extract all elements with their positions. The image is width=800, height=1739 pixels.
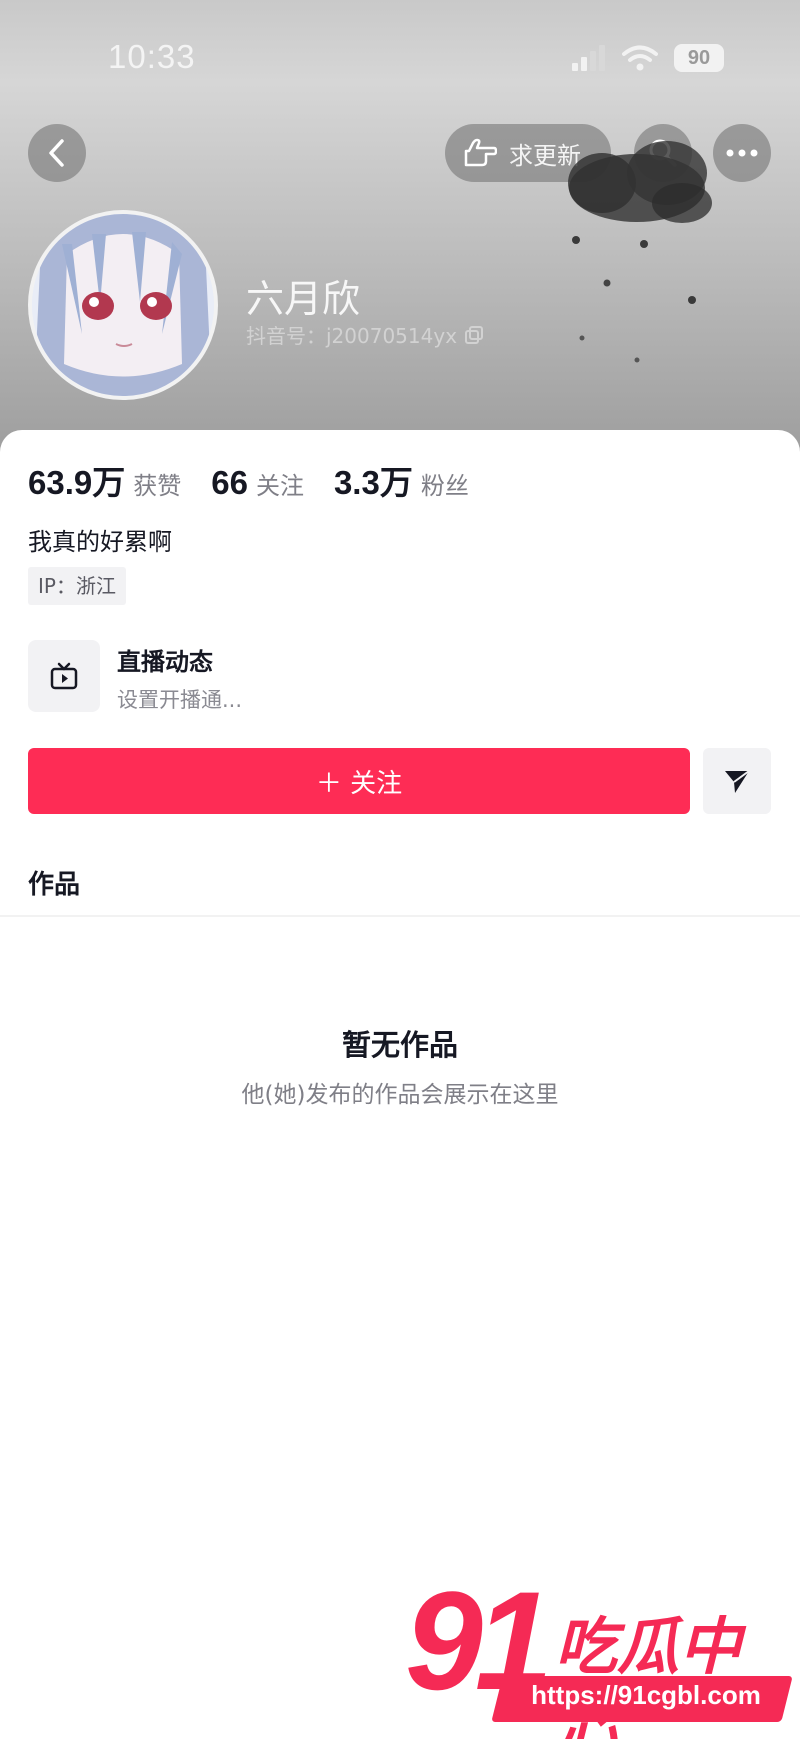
status-icons: 90 — [572, 44, 724, 72]
live-updates-subtitle: 设置开播通... — [117, 688, 243, 712]
live-updates-title[interactable]: 直播动态 — [117, 642, 213, 677]
follow-button[interactable]: ＋ 关注 — [28, 748, 690, 814]
pointing-hand-icon — [464, 138, 497, 167]
live-updates-button[interactable] — [28, 640, 100, 712]
douyin-id-text: 抖音号：j20070514yx — [246, 324, 458, 348]
bio: 我真的好累啊 — [28, 528, 172, 556]
watermark-url: https://91cgbl.com — [531, 1680, 761, 1710]
stat-following[interactable]: 66 关注 — [211, 464, 304, 502]
stat-likes[interactable]: 63.9万 获赞 — [28, 456, 181, 504]
back-button[interactable] — [28, 124, 86, 182]
watermark-logo: 91 吃瓜中心 https://91cgbl.com — [405, 1566, 800, 1739]
avatar[interactable] — [28, 210, 218, 400]
stats-row: 63.9万 获赞 66 关注 3.3万 粉丝 — [28, 456, 499, 504]
followers-label: 粉丝 — [420, 472, 469, 500]
status-bar: 10:33 90 — [0, 0, 800, 110]
nickname: 六月欣 — [246, 277, 361, 321]
followers-count: 3.3万 — [333, 464, 413, 501]
copy-icon[interactable] — [465, 325, 484, 344]
empty-state-subtitle: 他(她)发布的作品会展示在这里 — [241, 1082, 559, 1108]
douyin-id[interactable]: 抖音号：j20070514yx — [246, 320, 484, 349]
share-button[interactable] — [703, 748, 771, 814]
anime-avatar-image — [32, 214, 214, 396]
live-tv-icon — [50, 662, 78, 690]
likes-label: 获赞 — [133, 472, 182, 500]
signal-icon — [572, 45, 605, 71]
wifi-icon — [622, 45, 658, 71]
send-icon — [725, 770, 750, 793]
status-time: 10:33 — [108, 38, 196, 75]
tab-divider — [0, 915, 800, 917]
more-dots-icon — [726, 149, 758, 157]
chevron-left-icon — [49, 139, 64, 167]
following-label: 关注 — [255, 472, 304, 500]
ip-location-tag: IP：浙江 — [28, 567, 126, 605]
likes-count: 63.9万 — [28, 464, 126, 501]
battery-indicator: 90 — [674, 44, 724, 72]
profile-sheet: 63.9万 获赞 66 关注 3.3万 粉丝 我真的好累啊 IP：浙江 直播动态… — [0, 430, 800, 1739]
tab-works[interactable]: 作品 — [28, 864, 80, 901]
following-count: 66 — [211, 464, 248, 501]
rain-cloud-decoration — [568, 141, 712, 363]
stat-followers[interactable]: 3.3万 粉丝 — [334, 456, 469, 504]
empty-state-title: 暂无作品 — [341, 1028, 458, 1062]
